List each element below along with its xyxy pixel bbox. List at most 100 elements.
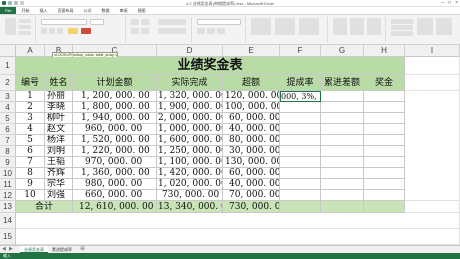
cell-i2[interactable] — [405, 75, 460, 91]
row-header-14[interactable]: 14 — [0, 213, 16, 229]
cell-i1[interactable] — [405, 57, 460, 75]
bonus-cell[interactable] — [364, 91, 405, 102]
plan-cell[interactable]: 1, 200, 000. 00 — [73, 91, 157, 102]
id-cell[interactable]: 8 — [16, 168, 45, 179]
underline-icon[interactable] — [57, 28, 63, 34]
rate-cell[interactable] — [280, 135, 321, 146]
total-plan[interactable]: 12, 610, 000. 00 — [73, 201, 157, 213]
rate-cell[interactable] — [280, 168, 321, 179]
column-header-g[interactable]: G — [321, 45, 364, 57]
close-icon[interactable]: × — [455, 0, 458, 6]
tab-formulas[interactable]: 公式 — [78, 7, 96, 14]
id-cell[interactable]: 4 — [16, 124, 45, 135]
total-bonus[interactable] — [364, 201, 405, 213]
name-cell[interactable]: 柳叶 — [45, 113, 73, 124]
total-actual[interactable]: 13, 340, 000. 00 — [157, 201, 223, 213]
id-cell[interactable]: 3 — [16, 113, 45, 124]
column-header-i[interactable]: I — [405, 45, 460, 57]
rate-cell[interactable] — [280, 179, 321, 190]
id-cell[interactable]: 5 — [16, 135, 45, 146]
name-cell[interactable]: 刘明 — [45, 146, 73, 157]
column-header-e[interactable]: E — [223, 45, 280, 57]
bonus-cell[interactable] — [364, 179, 405, 190]
fill-color-icon[interactable] — [68, 28, 78, 34]
progressive-diff-cell[interactable] — [321, 102, 364, 113]
plan-cell[interactable]: 1, 800, 000. 00 — [73, 102, 157, 113]
id-cell[interactable]: 9 — [16, 179, 45, 190]
name-cell[interactable]: 赵文 — [45, 124, 73, 135]
tab-review[interactable]: 审阅 — [114, 7, 132, 14]
id-cell[interactable]: 6 — [16, 146, 45, 157]
progressive-diff-cell[interactable] — [321, 146, 364, 157]
tab-data[interactable]: 数据 — [96, 7, 114, 14]
conditional-formatting-button[interactable] — [251, 18, 271, 35]
progressive-diff-cell[interactable] — [321, 91, 364, 102]
tab-view[interactable]: 视图 — [132, 7, 150, 14]
sheet-nav-next-icon[interactable]: ▶ — [9, 246, 13, 253]
actual-cell[interactable]: 1, 020, 000. 00 — [157, 179, 223, 190]
actual-cell[interactable]: 1, 600, 000. 00 — [157, 135, 223, 146]
bonus-cell[interactable] — [364, 124, 405, 135]
actual-cell[interactable]: 2, 000, 000. 00 — [157, 113, 223, 124]
total-rate[interactable] — [280, 201, 321, 213]
row-header-11[interactable]: 11 — [0, 179, 16, 190]
progressive-diff-cell[interactable] — [321, 113, 364, 124]
row-header-6[interactable]: 6 — [0, 124, 16, 135]
over-cell[interactable]: 130, 000. 00 — [223, 157, 280, 168]
font-size-select[interactable] — [90, 19, 104, 25]
rate-cell[interactable] — [280, 113, 321, 124]
actual-cell[interactable]: 1, 900, 000. 00 — [157, 102, 223, 113]
sheet-title-cell[interactable]: 业绩奖金表 — [16, 57, 405, 75]
plan-cell[interactable]: 980, 000. 00 — [73, 179, 157, 190]
format-painter-icon[interactable] — [19, 31, 31, 35]
tab-file[interactable]: File — [0, 7, 17, 14]
over-cell[interactable]: 40, 000. 00 — [223, 124, 280, 135]
bold-icon[interactable] — [41, 28, 47, 34]
delete-cells-button[interactable] — [350, 18, 364, 35]
merge-center-button[interactable] — [158, 28, 186, 34]
align-top-icon[interactable] — [131, 19, 139, 25]
column-header-h[interactable]: H — [364, 45, 405, 57]
header-progressive-diff[interactable]: 累进差额 — [321, 75, 364, 91]
over-cell[interactable]: 70, 000. 00 — [223, 190, 280, 201]
fill-icon[interactable] — [391, 25, 413, 30]
row-header-12[interactable]: 12 — [0, 190, 16, 201]
total-label[interactable]: 合计 — [16, 201, 73, 213]
wrap-text-button[interactable] — [158, 19, 186, 25]
comma-icon[interactable] — [217, 28, 225, 34]
find-select-button[interactable] — [436, 18, 452, 35]
bonus-cell[interactable] — [364, 135, 405, 146]
insert-cells-button[interactable] — [333, 18, 347, 35]
new-sheet-icon[interactable]: ⊕ — [80, 246, 85, 253]
column-header-f[interactable]: F — [280, 45, 321, 57]
bonus-cell[interactable] — [364, 102, 405, 113]
sheet-nav-prev-icon[interactable]: ◀ — [2, 246, 6, 253]
column-header-a[interactable]: A — [16, 45, 45, 57]
number-format-select[interactable] — [197, 19, 241, 25]
empty-cells-row-14[interactable] — [16, 213, 460, 229]
sort-filter-button[interactable] — [417, 18, 433, 35]
total-over[interactable]: 730, 000. 00 — [223, 201, 280, 213]
row-header-9[interactable]: 9 — [0, 157, 16, 168]
rate-cell[interactable] — [280, 124, 321, 135]
name-cell[interactable]: 刘强 — [45, 190, 73, 201]
actual-cell[interactable]: 1, 250, 000. 00 — [157, 146, 223, 157]
tab-insert[interactable]: 插入 — [34, 7, 52, 14]
progressive-diff-cell[interactable] — [321, 157, 364, 168]
row-header-15[interactable]: 15 — [0, 229, 16, 245]
header-rate[interactable]: 提成率 — [280, 75, 321, 91]
row-header-13[interactable]: 13 — [0, 201, 16, 213]
cut-icon[interactable] — [19, 19, 31, 23]
tab-home[interactable]: 开始 — [16, 7, 34, 14]
select-all-corner[interactable] — [0, 45, 16, 57]
bonus-cell[interactable] — [364, 113, 405, 124]
progressive-diff-cell[interactable] — [321, 168, 364, 179]
italic-icon[interactable] — [49, 28, 55, 34]
over-cell[interactable]: 120, 000. 00 — [223, 91, 280, 102]
font-color-icon[interactable] — [81, 28, 91, 34]
header-name[interactable]: 姓名 — [45, 75, 73, 91]
actual-cell[interactable]: 1, 000, 000. 00 — [157, 124, 223, 135]
plan-cell[interactable]: 1, 520, 000. 00 — [73, 135, 157, 146]
over-cell[interactable]: 60, 000. 00 — [223, 168, 280, 179]
name-cell[interactable]: 宗华 — [45, 179, 73, 190]
